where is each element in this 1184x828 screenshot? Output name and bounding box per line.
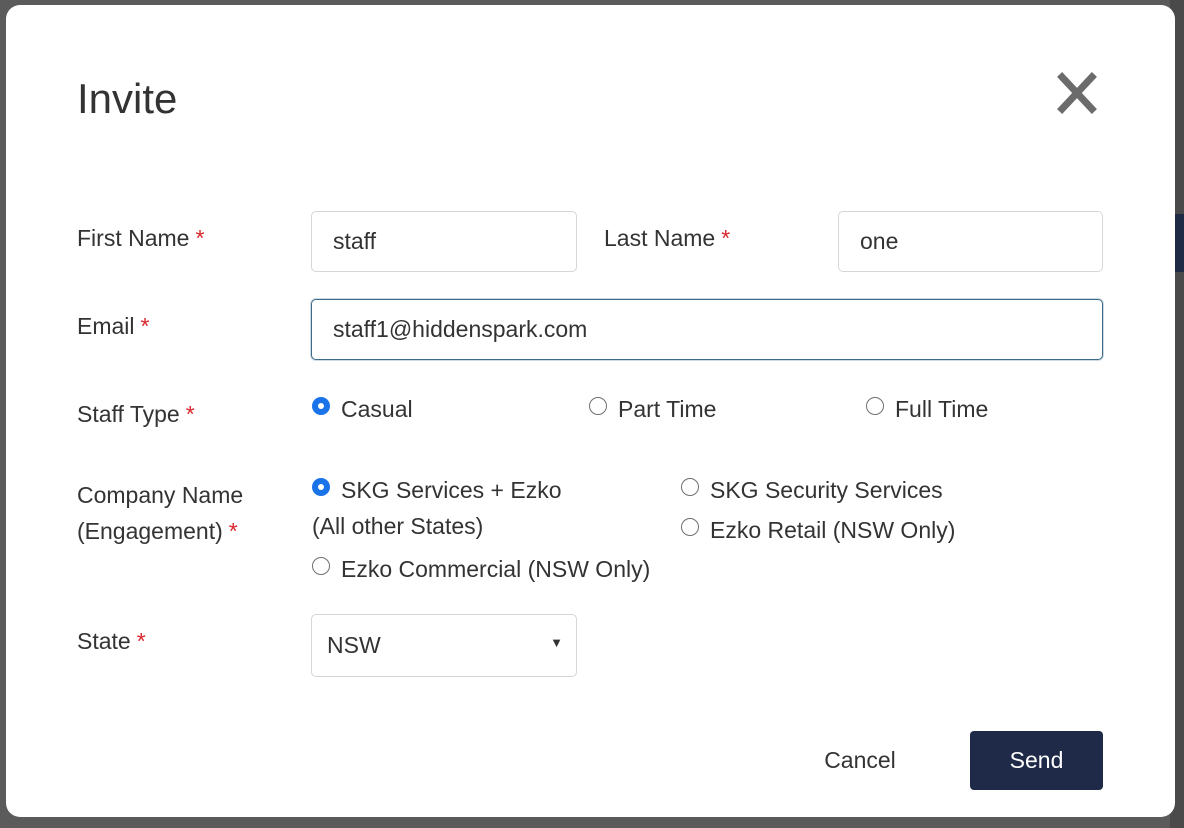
radio-sublabel: (All other States) (312, 513, 484, 539)
required-marker: * (721, 225, 731, 251)
company-skg-services-ezko-sublabel: (All other States) (312, 508, 483, 544)
state-label-text: State (77, 628, 131, 654)
last-name-label-text: Last Name (604, 225, 716, 251)
radio-label: Part Time (618, 396, 717, 422)
required-marker: * (228, 518, 238, 544)
email-label-text: Email (77, 313, 135, 339)
radio-indicator[interactable] (589, 397, 607, 415)
last-name-label: Last Name * (604, 220, 730, 256)
company-skg-security-radio[interactable]: SKG Security Services (681, 472, 943, 508)
company-skg-services-ezko-radio[interactable]: SKG Services + Ezko (312, 472, 562, 508)
caret-down-icon: ▼ (550, 635, 563, 650)
state-select[interactable]: NSW ▼ (311, 614, 577, 677)
first-name-input[interactable] (311, 211, 577, 272)
radio-label: Full Time (895, 396, 989, 422)
radio-selected-indicator[interactable] (312, 478, 330, 496)
company-name-label-line2: (Engagement) (77, 518, 223, 544)
radio-label: Ezko Retail (NSW Only) (710, 517, 956, 543)
invite-dialog: Invite First Name* Last Name* Email* Sta… (6, 5, 1175, 817)
staff-type-label: Staff Type * (77, 396, 195, 432)
company-name-label-line1: Company Name (77, 482, 244, 508)
state-select-value: NSW (327, 632, 381, 658)
radio-indicator[interactable] (312, 557, 330, 575)
radio-label: Casual (341, 396, 413, 422)
radio-selected-indicator[interactable] (312, 397, 330, 415)
required-marker: * (185, 401, 195, 427)
first-name-label-text: First Name (77, 225, 190, 251)
company-ezko-retail-radio[interactable]: Ezko Retail (NSW Only) (681, 512, 955, 548)
radio-label: SKG Security Services (710, 477, 943, 503)
required-marker: * (136, 628, 146, 654)
dialog-title: Invite (77, 75, 178, 122)
state-label: State * (77, 623, 146, 659)
required-marker: * (195, 225, 205, 251)
close-icon (1057, 72, 1097, 114)
company-name-label: Company Name (Engagement) * (77, 477, 243, 549)
email-field[interactable] (311, 299, 1103, 360)
radio-indicator[interactable] (681, 518, 699, 536)
send-button[interactable]: Send (970, 731, 1103, 790)
close-button[interactable] (1056, 71, 1098, 115)
first-name-label: First Name * (77, 220, 204, 256)
staff-type-full-time-radio[interactable]: Full Time (866, 391, 988, 427)
company-ezko-commercial-radio[interactable]: Ezko Commercial (NSW Only) (312, 551, 650, 587)
cancel-button[interactable]: Cancel (796, 731, 924, 789)
staff-type-part-time-radio[interactable]: Part Time (589, 391, 716, 427)
email-label: Email * (77, 308, 149, 344)
radio-indicator[interactable] (866, 397, 884, 415)
last-name-input[interactable] (838, 211, 1103, 272)
required-marker: * (140, 313, 150, 339)
radio-label: Ezko Commercial (NSW Only) (341, 556, 651, 582)
staff-type-casual-radio[interactable]: Casual (312, 391, 413, 427)
radio-label: SKG Services + Ezko (341, 477, 562, 503)
radio-indicator[interactable] (681, 478, 699, 496)
staff-type-label-text: Staff Type (77, 401, 180, 427)
